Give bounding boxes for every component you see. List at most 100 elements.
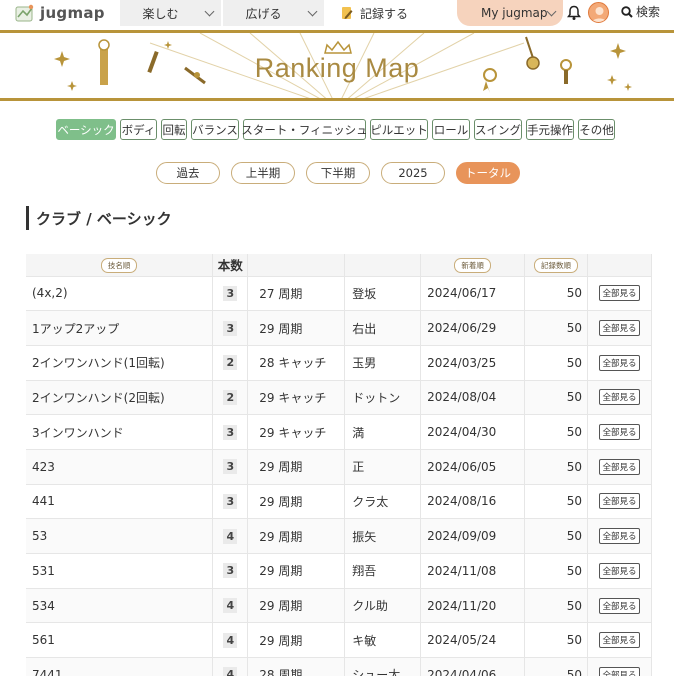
record-button[interactable]: 記録する	[340, 0, 408, 26]
trick-name[interactable]: 3インワンハンド	[26, 414, 214, 450]
tab-basic[interactable]: ベーシック	[56, 119, 116, 140]
view-all-cell: 全部見る	[587, 345, 652, 381]
bell-icon[interactable]	[567, 5, 581, 21]
record-count: 50	[524, 310, 588, 346]
view-all-button[interactable]: 全部見る	[599, 389, 640, 406]
tab-roll[interactable]: ロール	[432, 119, 470, 140]
record-holder[interactable]: 正	[344, 449, 422, 485]
chevron-down-icon	[307, 6, 318, 17]
table-row[interactable]: 53 4 29 周期 振矢 2024/09/09 50 全部見る	[26, 518, 652, 554]
sort-by-name-button[interactable]: 技名順	[100, 257, 138, 273]
trick-name[interactable]: 561	[26, 622, 214, 659]
table-row[interactable]: 2インワンハンド(1回転) 2 28 キャッチ 玉男 2024/03/25 50 全部見る	[26, 345, 652, 381]
table-row[interactable]: 561 4 29 周期 キ敏 2024/05/24 50 全部見る	[26, 622, 652, 659]
nav-spread-dropdown[interactable]: 広げる	[223, 0, 324, 26]
period-2025[interactable]: 2025	[381, 162, 445, 184]
object-count-badge: 3	[223, 285, 238, 301]
trick-name[interactable]: 423	[26, 449, 214, 485]
tab-pirouette[interactable]: ピルエット	[370, 119, 428, 140]
tab-rotation[interactable]: 回転	[161, 119, 187, 140]
trick-name[interactable]: 7441	[26, 657, 214, 676]
record-holder[interactable]: クル助	[344, 588, 422, 624]
pencil-icon	[342, 7, 353, 19]
view-all-button[interactable]: 全部見る	[599, 597, 640, 614]
record-holder[interactable]: 翔吾	[344, 553, 422, 589]
view-all-button[interactable]: 全部見る	[599, 666, 640, 676]
trick-name[interactable]: (4x,2)	[26, 276, 214, 312]
tab-swing[interactable]: スイング	[474, 119, 522, 140]
view-all-button[interactable]: 全部見る	[599, 424, 640, 441]
tab-balance[interactable]: バランス	[191, 119, 239, 140]
record-type: 29 周期	[247, 622, 346, 659]
view-all-button[interactable]: 全部見る	[599, 632, 640, 649]
trick-name[interactable]: 1アップ2アップ	[26, 310, 214, 346]
trick-name[interactable]: 2インワンハンド(1回転)	[26, 345, 214, 381]
table-row[interactable]: 2インワンハンド(2回転) 2 29 キャッチ ドットン 2024/08/04 50 全部見…	[26, 380, 652, 416]
nav-enjoy-dropdown[interactable]: 楽しむ	[120, 0, 221, 26]
table-row[interactable]: 534 4 29 周期 クル助 2024/11/20 50 全部見る	[26, 588, 652, 624]
sort-by-records-button[interactable]: 記録数順	[534, 257, 579, 273]
record-holder[interactable]: シュー太	[344, 657, 422, 676]
tab-start-finish[interactable]: スタート・フィニッシュ	[241, 119, 368, 140]
record-holder[interactable]: 右出	[344, 310, 422, 346]
object-count-cell: 3	[212, 310, 249, 346]
record-type: 29 周期	[247, 588, 346, 624]
table-row[interactable]: 7441 4 28 周期 シュー太 2024/04/06 50 全部見る	[26, 657, 652, 676]
jugmap-logo[interactable]: jugmap	[14, 3, 105, 23]
period-second-half[interactable]: 下半期	[306, 162, 370, 184]
record-holder[interactable]: クラ太	[344, 484, 422, 520]
record-holder[interactable]: 満	[344, 414, 422, 450]
sort-by-newest-button[interactable]: 新着順	[454, 257, 491, 273]
period-past[interactable]: 過去	[156, 162, 220, 184]
object-count-cell: 3	[212, 414, 249, 450]
record-date: 2024/04/30	[420, 414, 526, 450]
trick-name[interactable]: 53	[26, 518, 214, 554]
record-date: 2024/11/08	[420, 553, 526, 589]
period-first-half[interactable]: 上半期	[231, 162, 295, 184]
view-all-button[interactable]: 全部見る	[599, 320, 640, 337]
table-row[interactable]: 3インワンハンド 3 29 キャッチ満 2024/04/30 50 全部見る	[26, 414, 652, 450]
record-holder[interactable]: 振矢	[344, 518, 422, 554]
record-type: 29 キャッチ	[247, 380, 346, 416]
view-all-button[interactable]: 全部見る	[599, 354, 640, 371]
view-all-button[interactable]: 全部見る	[599, 528, 640, 545]
search-button[interactable]: 検索	[621, 3, 660, 20]
ranking-table: 技名順 本数 新着順 記録数順 (4x,2) 3 27 周期 登坂 2024/06/17…	[26, 254, 652, 676]
record-count: 50	[524, 276, 588, 312]
tab-body[interactable]: ボディ	[120, 119, 157, 140]
object-count-badge: 4	[223, 598, 238, 614]
record-date: 2024/08/16	[420, 484, 526, 520]
record-type: 29 周期	[247, 518, 346, 554]
table-row[interactable]: 441 3 29 周期 クラ太 2024/08/16 50 全部見る	[26, 484, 652, 520]
table-row[interactable]: 531 3 29 周期 翔吾 2024/11/08 50 全部見る	[26, 553, 652, 589]
chevron-down-icon	[204, 6, 215, 17]
record-holder[interactable]: キ敏	[344, 622, 422, 659]
trick-name[interactable]: 534	[26, 588, 214, 624]
category-tabs: ベーシック ボディ 回転 バランス スタート・フィニッシュ ピルエット ロール …	[56, 119, 615, 140]
table-row[interactable]: 1アップ2アップ 3 29 周期 右出 2024/06/29 50 全部見る	[26, 310, 652, 346]
trick-name[interactable]: 531	[26, 553, 214, 589]
record-holder[interactable]: ドットン	[344, 380, 422, 416]
view-all-button[interactable]: 全部見る	[599, 458, 640, 475]
record-count: 50	[524, 553, 588, 589]
avatar[interactable]	[588, 2, 609, 23]
view-all-cell: 全部見る	[587, 276, 652, 312]
table-row[interactable]: (4x,2) 3 27 周期 登坂 2024/06/17 50 全部見る	[26, 276, 652, 312]
record-date: 2024/11/20	[420, 588, 526, 624]
header-name-cell: 技名順	[26, 254, 214, 277]
trick-name[interactable]: 441	[26, 484, 214, 520]
object-count-cell: 3	[212, 553, 249, 589]
my-jugmap-dropdown[interactable]: My jugmap	[457, 0, 563, 26]
table-row[interactable]: 423 3 29 周期正 2024/06/05 50 全部見る	[26, 449, 652, 485]
tab-hand-control[interactable]: 手元操作	[526, 119, 574, 140]
period-total[interactable]: トータル	[456, 162, 520, 184]
trick-name[interactable]: 2インワンハンド(2回転)	[26, 380, 214, 416]
record-holder[interactable]: 玉男	[344, 345, 422, 381]
record-holder[interactable]: 登坂	[344, 276, 422, 312]
view-all-button[interactable]: 全部見る	[599, 493, 640, 510]
ranking-map-banner: Ranking Map	[0, 30, 674, 101]
view-all-button[interactable]: 全部見る	[599, 285, 640, 302]
header-empty-cell	[587, 254, 652, 277]
tab-other[interactable]: その他	[578, 119, 615, 140]
view-all-button[interactable]: 全部見る	[599, 562, 640, 579]
